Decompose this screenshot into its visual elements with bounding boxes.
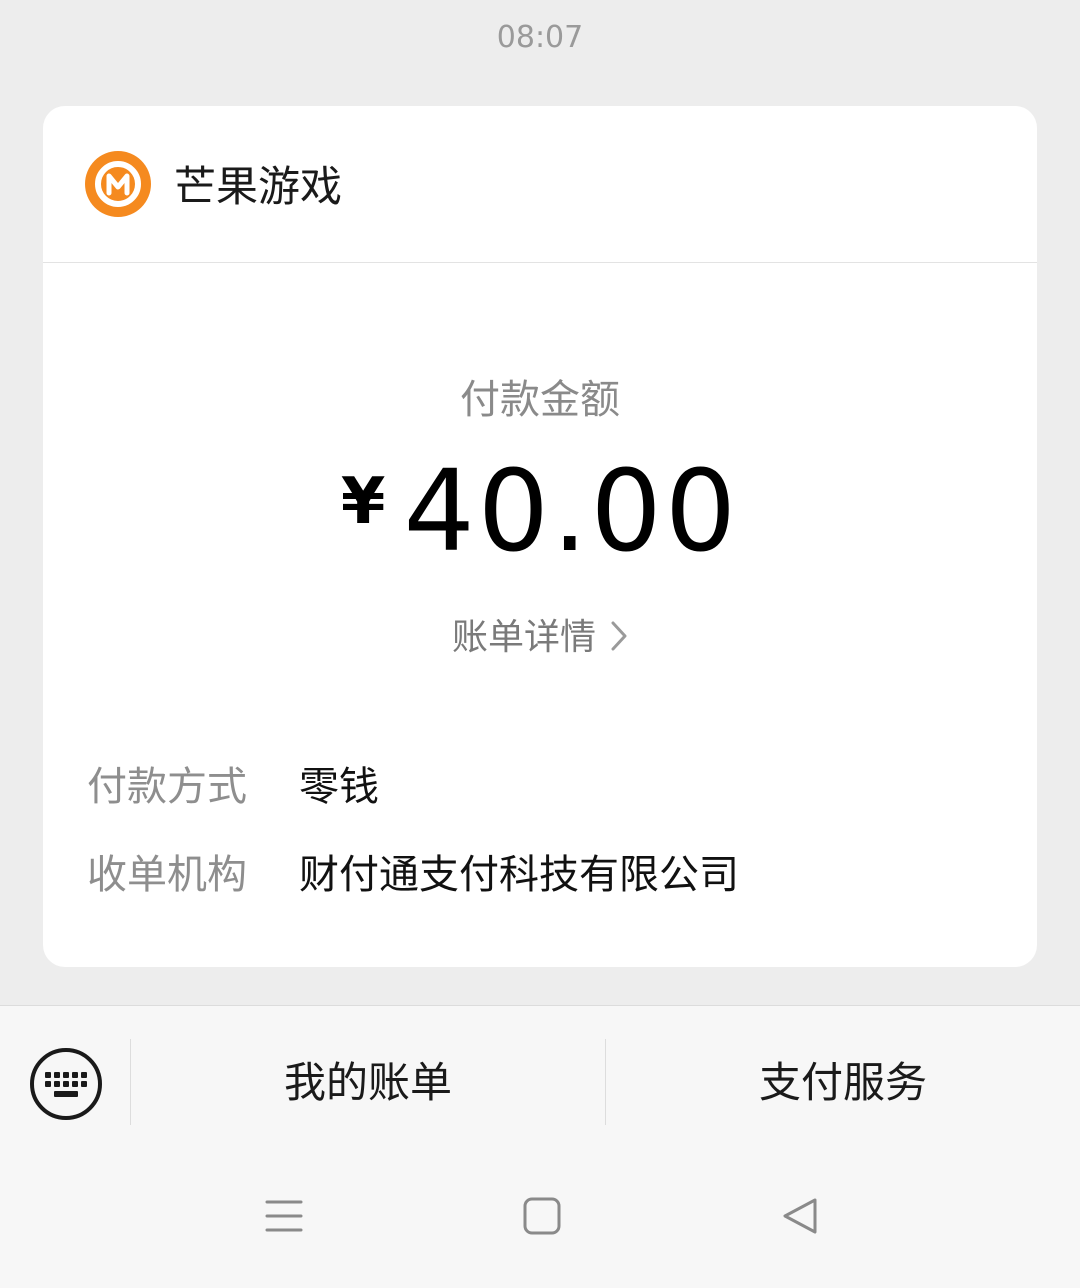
detail-value: 财付通支付科技有限公司: [299, 852, 739, 898]
chevron-right-icon: [611, 621, 627, 651]
detail-label: 收单机构: [87, 852, 247, 898]
back-icon[interactable]: [780, 1196, 820, 1236]
bottom-menu-bar: 我的账单 支付服务: [0, 1005, 1080, 1288]
amount-value: 40.00: [403, 447, 740, 577]
payment-services-button[interactable]: 支付服务: [606, 1050, 1080, 1116]
keyboard-icon[interactable]: [28, 1046, 104, 1122]
detail-value: 零钱: [299, 764, 379, 810]
merchant-name: 芒果游戏: [174, 162, 343, 211]
my-bills-button[interactable]: 我的账单: [131, 1050, 605, 1116]
bill-detail-link[interactable]: 账单详情: [43, 613, 1037, 663]
mango-tv-logo-icon: [85, 151, 151, 217]
home-icon[interactable]: [522, 1196, 562, 1236]
menu-icon[interactable]: [264, 1196, 304, 1236]
card-header: 芒果游戏: [43, 106, 1037, 263]
currency-symbol: ¥: [340, 465, 386, 539]
amount-row: ¥40.00: [43, 447, 1037, 577]
message-timestamp: 08:07: [496, 20, 584, 55]
detail-label: 付款方式: [87, 764, 247, 810]
bill-detail-label: 账单详情: [451, 617, 596, 658]
amount-label: 付款金额: [460, 377, 620, 423]
payment-notification-card[interactable]: 芒果游戏 付款金额 ¥40.00 账单详情 付款方式 零钱 收单机构 财付通支付…: [43, 106, 1037, 967]
